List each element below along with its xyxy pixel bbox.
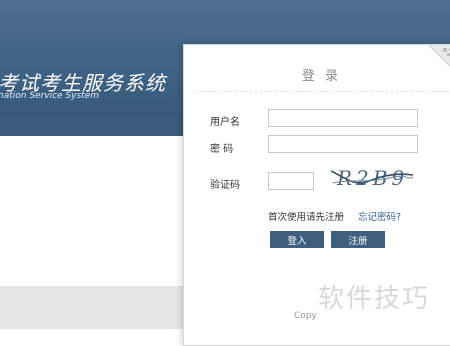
system-subtitle: nation Service System (0, 91, 100, 101)
username-input[interactable] (268, 109, 418, 127)
watermark-text: 软件技巧 (318, 284, 431, 314)
username-label: 用户名 (210, 117, 240, 128)
password-input[interactable] (268, 135, 418, 153)
register-button[interactable]: 注册 (331, 231, 385, 248)
captcha-label: 验证码 (210, 180, 240, 191)
login-button[interactable]: 登入 (270, 231, 324, 248)
captcha-image[interactable]: R2B9 (329, 163, 414, 193)
login-title: 登 录 (301, 69, 342, 84)
first-use-note: 首次使用请先注册 (268, 212, 345, 223)
captcha-input[interactable] (268, 172, 314, 190)
copyright-text: Copy (294, 311, 317, 321)
captcha-text: R2B9 (336, 166, 408, 190)
forgot-password-link[interactable]: 忘记密码? (358, 209, 401, 223)
title-divider (194, 91, 449, 92)
password-label: 密 码 (210, 144, 234, 155)
